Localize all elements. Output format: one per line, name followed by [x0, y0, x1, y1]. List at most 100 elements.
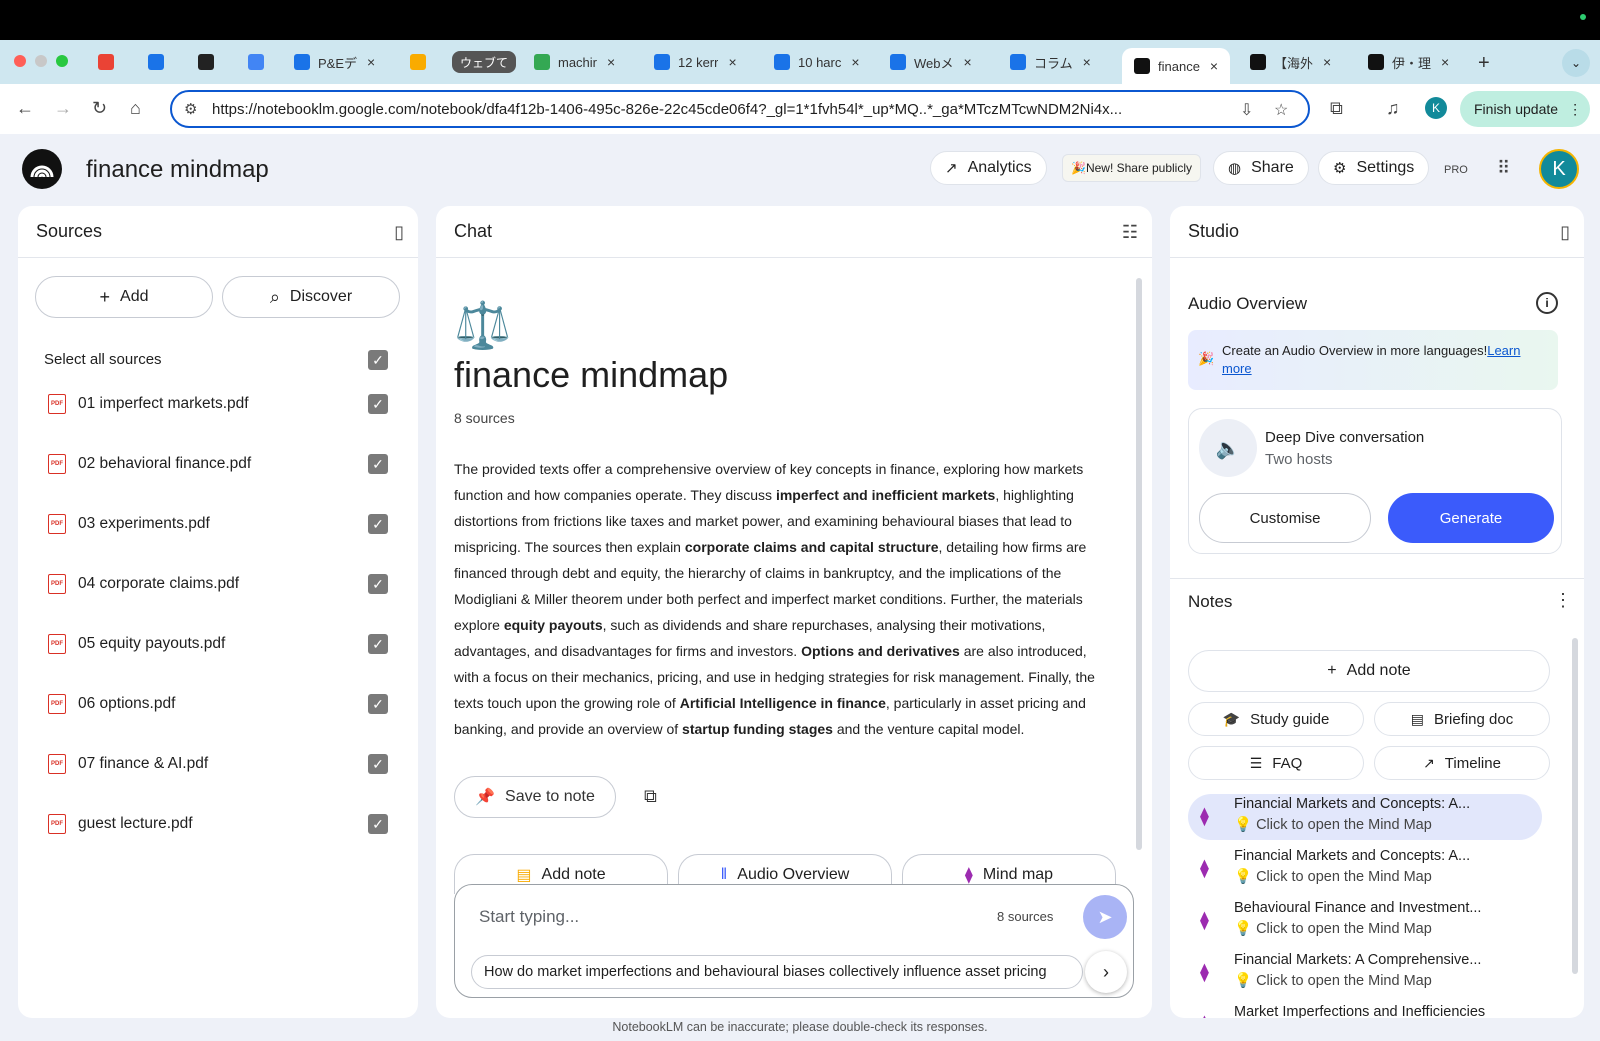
timeline-button[interactable]: ↗ Timeline [1374, 746, 1550, 780]
minimize-window-icon[interactable] [35, 55, 47, 67]
source-checkbox[interactable]: ✓ [368, 514, 388, 534]
copy-icon[interactable]: ⧉ [644, 786, 657, 807]
browser-tab[interactable] [148, 48, 172, 76]
summary-keyword: corporate claims and capital structure [684, 539, 939, 555]
generate-button[interactable]: Generate [1388, 493, 1554, 543]
pro-badge: PRO [1444, 164, 1468, 176]
close-tab-icon[interactable]: × [1210, 58, 1218, 74]
more-vert-icon[interactable]: ⋮ [1554, 590, 1572, 611]
suggested-question[interactable]: How do market imperfections and behaviou… [471, 955, 1083, 989]
note-item[interactable]: ⧫ Behavioural Finance and Investment... 💡 … [1188, 898, 1542, 944]
account-avatar[interactable]: K [1539, 149, 1579, 189]
browser-tab[interactable]: finance × [1122, 48, 1231, 84]
source-item[interactable]: PDF 05 equity payouts.pdf [48, 632, 225, 656]
openai-icon [198, 54, 214, 70]
collapse-panel-icon[interactable]: ▯ [1560, 222, 1570, 243]
close-tab-icon[interactable]: × [728, 54, 736, 70]
install-app-icon[interactable]: ⇩ [1240, 100, 1253, 120]
select-all-label: Select all sources [44, 351, 162, 368]
browser-tab[interactable]: 10 harc × [774, 48, 860, 76]
chat-input[interactable]: Start typing... [479, 907, 579, 927]
apps-grid-icon[interactable]: ⠿ [1497, 158, 1510, 179]
browser-tab[interactable]: ウェブて [452, 51, 516, 73]
finish-update-button[interactable]: Finish update ⋮ [1460, 91, 1590, 127]
source-checkbox[interactable]: ✓ [368, 574, 388, 594]
home-icon[interactable]: ⌂ [130, 98, 141, 119]
close-tab-icon[interactable]: × [367, 54, 375, 70]
browser-profile-avatar[interactable]: K [1425, 97, 1447, 119]
reload-icon[interactable]: ↻ [92, 98, 107, 119]
faq-button[interactable]: ☰ FAQ [1188, 746, 1364, 780]
share-button[interactable]: ◍ Share [1213, 151, 1309, 185]
browser-tab[interactable]: P&Eデ × [294, 48, 375, 76]
close-window-icon[interactable] [14, 55, 26, 67]
source-item[interactable]: PDF 02 behavioral finance.pdf [48, 452, 251, 476]
browser-tab[interactable]: 12 kerr × [654, 48, 737, 76]
browser-tab[interactable] [410, 48, 434, 76]
close-tab-icon[interactable]: × [1323, 54, 1331, 70]
chat-scrollbar[interactable] [1136, 278, 1142, 850]
settings-button[interactable]: ⚙ Settings [1318, 151, 1430, 185]
maximize-window-icon[interactable] [56, 55, 68, 67]
study-guide-button[interactable]: 🎓 Study guide [1188, 702, 1364, 736]
bookmark-star-icon[interactable]: ☆ [1274, 100, 1288, 120]
browser-tab[interactable] [198, 48, 222, 76]
browser-tab[interactable] [248, 48, 272, 76]
source-item[interactable]: PDF 01 imperfect markets.pdf [48, 392, 249, 416]
address-bar[interactable]: ⚙ https://notebooklm.google.com/notebook… [170, 90, 1310, 128]
share-publicly-label: 🎉New! Share publicly [1071, 161, 1192, 175]
tab-search-button[interactable]: ⌄ [1562, 49, 1590, 77]
source-item[interactable]: PDF 06 options.pdf [48, 692, 175, 716]
select-all-checkbox[interactable]: ✓ [368, 350, 388, 370]
send-button[interactable]: ➤ [1083, 895, 1127, 939]
add-source-button[interactable]: + Add [35, 276, 213, 318]
note-item[interactable]: ⧫ Financial Markets and Concepts: A... 💡 C… [1188, 846, 1542, 892]
browser-tab[interactable]: 伊・理 × [1368, 48, 1449, 76]
source-checkbox[interactable]: ✓ [368, 394, 388, 414]
browser-tab[interactable]: machir × [534, 48, 615, 76]
media-controls-icon[interactable]: ♫ [1386, 98, 1400, 119]
notebooklm-logo-icon[interactable] [22, 149, 62, 189]
extensions-icon[interactable]: ⧉ [1330, 98, 1343, 119]
source-item[interactable]: PDF 03 experiments.pdf [48, 512, 210, 536]
close-tab-icon[interactable]: × [851, 54, 859, 70]
close-tab-icon[interactable]: × [964, 54, 972, 70]
source-checkbox[interactable]: ✓ [368, 694, 388, 714]
notes-scrollbar[interactable] [1572, 638, 1578, 974]
analytics-button[interactable]: ↗ Analytics [930, 151, 1047, 185]
source-checkbox[interactable]: ✓ [368, 814, 388, 834]
source-checkbox[interactable]: ✓ [368, 634, 388, 654]
chat-options-icon[interactable]: ☷ [1122, 222, 1138, 243]
close-tab-icon[interactable]: × [1083, 54, 1091, 70]
source-item[interactable]: PDF 04 corporate claims.pdf [48, 572, 239, 596]
info-icon[interactable]: i [1536, 292, 1558, 314]
briefing-doc-button[interactable]: ▤ Briefing doc [1374, 702, 1550, 736]
add-note-button[interactable]: + Add note [1188, 650, 1550, 692]
studio-panel: Studio ▯ Audio Overview i 🎉 Create an Au… [1170, 206, 1584, 1018]
browser-tab[interactable]: Webメ × [890, 48, 972, 76]
browser-tab[interactable]: コラム × [1010, 48, 1091, 76]
chevron-right-icon[interactable]: › [1085, 951, 1127, 993]
close-tab-icon[interactable]: × [1441, 54, 1449, 70]
browser-tab[interactable]: 【海外 × [1250, 48, 1331, 76]
save-to-note-button[interactable]: 📌 Save to note [454, 776, 616, 818]
note-item[interactable]: ⧫ Market Imperfections and Inefficiencies [1188, 1002, 1542, 1018]
browser-tab[interactable] [98, 48, 122, 76]
close-tab-icon[interactable]: × [607, 54, 615, 70]
source-item[interactable]: PDF guest lecture.pdf [48, 812, 193, 836]
site-settings-icon[interactable]: ⚙ [184, 100, 197, 118]
source-item[interactable]: PDF 07 finance & AI.pdf [48, 752, 208, 776]
back-icon[interactable]: ← [16, 98, 34, 119]
new-tab-button[interactable]: + [1478, 52, 1490, 75]
discover-sources-button[interactable]: ⌕ Discover [222, 276, 400, 318]
source-checkbox[interactable]: ✓ [368, 754, 388, 774]
note-item[interactable]: ⧫ Financial Markets and Concepts: A... 💡 C… [1188, 794, 1542, 840]
forward-icon[interactable]: → [54, 98, 72, 119]
customise-button[interactable]: Customise [1199, 493, 1371, 543]
source-checkbox[interactable]: ✓ [368, 454, 388, 474]
discover-search-icon: ⌕ [269, 286, 280, 307]
notebook-title[interactable]: finance mindmap [86, 156, 269, 184]
share-publicly-badge[interactable]: 🎉New! Share publicly [1062, 154, 1201, 182]
note-item[interactable]: ⧫ Financial Markets: A Comprehensive... 💡 … [1188, 950, 1542, 996]
collapse-panel-icon[interactable]: ▯ [394, 222, 404, 243]
